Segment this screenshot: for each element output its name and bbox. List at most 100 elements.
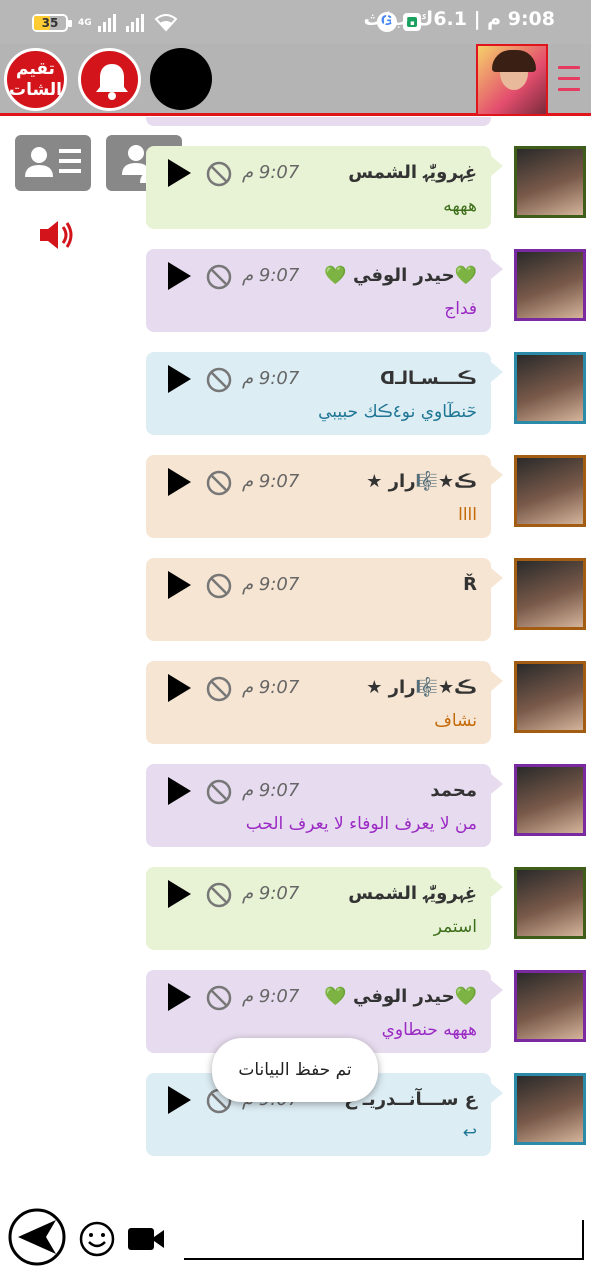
ban-icon[interactable] [206, 779, 232, 805]
message-text: فداج [444, 299, 477, 319]
message-sender[interactable]: محمد [430, 780, 477, 801]
play-icon[interactable] [166, 776, 192, 806]
network-type: 4G [78, 17, 92, 28]
message-time: 9:07 م [242, 471, 300, 492]
notifications-button[interactable] [78, 48, 141, 111]
message-time: 9:07 م [242, 986, 300, 1007]
sender-avatar[interactable] [514, 970, 586, 1042]
bubble-tail [491, 259, 503, 279]
message-time: 9:07 م [242, 265, 300, 286]
rate-chat-button[interactable]: تقيم الشات [4, 48, 67, 111]
ban-icon[interactable] [206, 882, 232, 908]
play-icon[interactable] [166, 158, 192, 188]
bubble-tail [491, 671, 503, 691]
message-time: 9:07 م [242, 780, 300, 801]
play-icon[interactable] [166, 1085, 192, 1115]
top-toolbar: تقيم الشات [0, 44, 591, 116]
battery-level: 35 [41, 16, 59, 30]
message-bubble[interactable]: 9:07 م ڪ★🎼رار ★ نشاف [146, 661, 503, 744]
message-bubble[interactable]: 9:07 م ڪـــسـالـᗡ حٓنطٓاوي نو٤ڪك حبيبي [146, 352, 503, 435]
sender-avatar[interactable] [514, 867, 586, 939]
message-sender[interactable]: ﻏِﮩﺮوﯾّٰﮩ الشمس [348, 162, 477, 183]
sender-avatar[interactable] [514, 764, 586, 836]
ban-icon[interactable] [206, 367, 232, 393]
message-time: 9:07 م [242, 574, 300, 595]
message-text: استمر [433, 917, 477, 937]
room-avatar[interactable] [476, 44, 548, 116]
status-bar: 35 4G 9:08 م | 6.1ك.ب/ث [0, 0, 591, 44]
bubble-tail [491, 568, 503, 588]
message-sender[interactable]: ڪ★🎼رار ★ [366, 471, 477, 492]
bubble-tail [491, 774, 503, 794]
play-icon[interactable] [166, 570, 192, 600]
ban-icon[interactable] [206, 676, 232, 702]
message-time: 9:07 م [242, 368, 300, 389]
signal-icon-2 [125, 14, 144, 32]
wifi-icon [154, 14, 178, 32]
status-time: 9:08 [507, 8, 555, 30]
message-sender[interactable]: 💚حيدر الوفي 💚 [324, 986, 477, 1007]
message-bubble[interactable]: 9:07 م 💚حيدر الوفي 💚 فداج [146, 249, 503, 332]
message-time: 9:07 م [242, 677, 300, 698]
ban-icon[interactable] [206, 573, 232, 599]
ban-icon[interactable] [206, 264, 232, 290]
saved-toast: تم حفظ البيانات [212, 1038, 378, 1102]
play-icon[interactable] [166, 467, 192, 497]
status-ampm: م | [473, 8, 502, 30]
sender-avatar[interactable] [514, 146, 586, 218]
status-left: 35 4G [32, 14, 178, 32]
video-icon[interactable] [126, 1224, 166, 1254]
composer-bar [0, 1200, 591, 1280]
sender-avatar[interactable] [514, 1073, 586, 1145]
signal-icon [97, 14, 116, 32]
battery-icon: 35 [32, 14, 72, 32]
message-text: حٓنطٓاوي نو٤ڪك حبيبي [318, 402, 477, 422]
message-text: من لا يعرف الوفاء لا يعرف الحب [245, 814, 477, 834]
send-icon[interactable] [8, 1208, 66, 1266]
rate-line1: تقيم [16, 59, 55, 79]
bubble-tail [491, 156, 503, 176]
bubble-tail [491, 1083, 503, 1103]
message-input[interactable] [184, 1220, 584, 1260]
menu-icon[interactable] [558, 66, 580, 94]
message-text: نشاف [434, 711, 477, 731]
message-text: هههه حنطاوي [381, 1020, 477, 1040]
bubble-tail [491, 877, 503, 897]
message-time: 9:07 م [242, 162, 300, 183]
message-bubble[interactable]: 9:07 م Ř [146, 558, 503, 641]
message-bubble[interactable]: 9:07 م ڪ★🎼رار ★ اااا [146, 455, 503, 538]
play-icon[interactable] [166, 673, 192, 703]
sender-avatar[interactable] [514, 352, 586, 424]
bell-icon [96, 64, 128, 100]
sender-avatar[interactable] [514, 455, 586, 527]
play-icon[interactable] [166, 982, 192, 1012]
message-text: هههه [443, 196, 477, 216]
rate-line2: الشات [9, 80, 62, 100]
bubble-tail [491, 980, 503, 1000]
message-sender[interactable]: ڪـــسـالـᗡ [380, 368, 477, 389]
ban-icon[interactable] [206, 985, 232, 1011]
play-icon[interactable] [166, 879, 192, 909]
message-bubble[interactable]: فداج [146, 117, 491, 126]
ban-icon[interactable] [206, 161, 232, 187]
message-bubble[interactable]: 9:07 م محمد من لا يعرف الوفاء لا يعرف الحب [146, 764, 503, 847]
message-bubble[interactable]: 9:07 م ﻏِﮩﺮوﯾّٰﮩ الشمس هههه [146, 146, 503, 229]
message-list[interactable]: فداج 9:07 م ﻏِﮩﺮوﯾّٰﮩ الشمس هههه 9:07 م 💚حيدر… [0, 117, 591, 1197]
message-bubble[interactable]: 9:07 م ﻏِﮩﺮوﯾّٰﮩ الشمس استمر [146, 867, 503, 950]
ban-icon[interactable] [206, 470, 232, 496]
message-sender[interactable]: ﻏِﮩﺮوﯾّٰﮩ الشمس [348, 883, 477, 904]
play-icon[interactable] [166, 261, 192, 291]
sender-avatar[interactable] [514, 249, 586, 321]
status-carrier: 6.1ك.ب/ث [363, 8, 467, 30]
play-icon[interactable] [166, 364, 192, 394]
message-time: 9:07 م [242, 883, 300, 904]
sender-avatar[interactable] [514, 558, 586, 630]
message-text: اااا [458, 505, 477, 525]
message-sender[interactable]: ڪ★🎼رار ★ [366, 677, 477, 698]
message-sender[interactable]: 💚حيدر الوفي 💚 [324, 265, 477, 286]
status-circle-button[interactable] [150, 48, 212, 110]
emoji-icon[interactable] [78, 1220, 116, 1258]
sender-avatar[interactable] [514, 661, 586, 733]
message-text: ↩ [462, 1123, 477, 1143]
message-sender[interactable]: Ř [463, 574, 477, 595]
